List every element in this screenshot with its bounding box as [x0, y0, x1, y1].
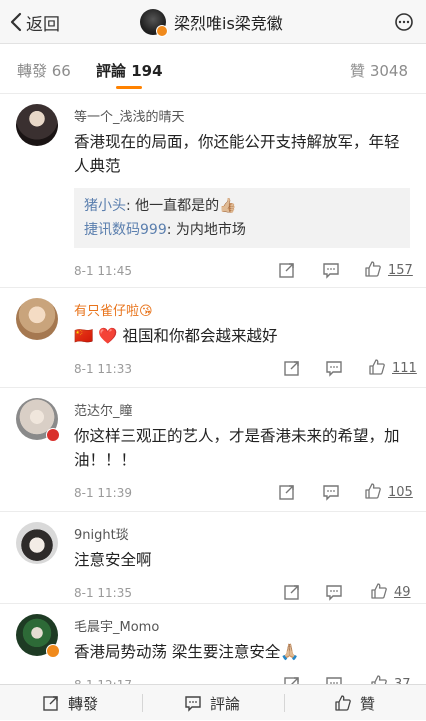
comment-username[interactable]: 毛晨宇_Momo	[74, 616, 159, 635]
reply-comment-button[interactable]	[322, 483, 340, 501]
repost-comment-button[interactable]	[283, 583, 301, 601]
like-count[interactable]: 111	[392, 361, 417, 376]
share-icon	[43, 696, 58, 711]
comment-username[interactable]: 等一个_浅浅的晴天	[74, 106, 185, 125]
comment-time: 8-1 11:35	[74, 586, 132, 600]
like-label: 贊	[360, 694, 376, 713]
reply-line: 猪小头: 他一直都是的👍🏼	[84, 194, 400, 218]
share-icon	[284, 585, 299, 600]
tab-repost[interactable]: 轉發 66	[17, 60, 71, 81]
reply-line: 捷讯数码999: 为内地市场	[84, 218, 400, 242]
comment-item: 毛晨宇_Momo 香港局势动荡 梁生要注意安全🙏🏼 8-1 12:17 37	[0, 604, 426, 694]
comment-item: 有只雀仔啦😘 🇨🇳 ❤️ 祖国和你都会越来越好 8-1 11:33 111	[0, 288, 426, 388]
region-badge-icon	[46, 428, 60, 442]
like-button[interactable]: 贊	[334, 685, 375, 721]
thumbs-up-icon	[335, 695, 351, 711]
comment-text: 🇨🇳 ❤️ 祖国和你都会越来越好	[74, 327, 278, 345]
reply-username[interactable]: 猪小头	[84, 198, 126, 214]
like-count[interactable]: 49	[394, 585, 411, 600]
reply-comment-button[interactable]	[325, 583, 343, 601]
comment-time: 8-1 11:33	[74, 362, 132, 376]
share-icon	[279, 263, 294, 278]
comment-icon	[323, 263, 339, 279]
nav-bar: 返回 梁烈唯is梁竞徽	[0, 0, 426, 44]
thumbs-up-icon	[365, 261, 381, 277]
reply-text: : 为内地市场	[166, 222, 246, 238]
comment-text: 注意安全啊	[74, 551, 152, 569]
reply-comment-button[interactable]	[322, 261, 340, 279]
title-avatar	[140, 9, 168, 37]
chevron-left-icon	[10, 12, 22, 32]
repost-label: 轉發	[68, 694, 99, 713]
repost-comment-button[interactable]	[278, 261, 296, 279]
active-tab-indicator	[116, 86, 142, 89]
like-comment-button[interactable]	[368, 358, 386, 376]
like-count[interactable]: 157	[388, 263, 413, 278]
like-comment-button[interactable]	[364, 260, 382, 278]
verified-badge-icon	[46, 644, 60, 658]
comment-button[interactable]: 評論	[184, 685, 240, 721]
repost-comment-button[interactable]	[278, 483, 296, 501]
comment-icon	[323, 485, 339, 501]
more-button[interactable]	[394, 12, 414, 32]
divider	[284, 694, 285, 712]
page-title-group[interactable]: 梁烈唯is梁竞徽	[140, 6, 283, 38]
comment-time: 8-1 11:45	[74, 264, 132, 278]
comment-username[interactable]: 有只雀仔啦😘	[74, 300, 153, 319]
avatar[interactable]	[16, 298, 58, 340]
share-icon	[279, 485, 294, 500]
verified-badge-icon	[156, 25, 168, 37]
comment-username[interactable]: 范达尔_瞳	[74, 400, 133, 419]
reply-box[interactable]: 猪小头: 他一直都是的👍🏼 捷讯数码999: 为内地市场	[74, 188, 410, 248]
comment-text: 香港局势动荡 梁生要注意安全🙏🏼	[74, 643, 300, 661]
tab-bar: 轉發 66 評論 194 贊 3048	[0, 44, 426, 94]
page-title: 梁烈唯is梁竞徽	[174, 14, 283, 33]
repost-comment-button[interactable]	[283, 359, 301, 377]
more-icon	[395, 13, 413, 31]
comment-label: 評論	[210, 694, 241, 713]
reply-username[interactable]: 捷讯数码999	[84, 222, 167, 238]
thumbs-up-icon	[369, 359, 385, 375]
comment-time: 8-1 11:39	[74, 486, 132, 500]
comment-text: 你这样三观正的艺人，才是香港未来的希望，加油！！！	[74, 427, 400, 469]
like-comment-button[interactable]	[370, 582, 388, 600]
comment-text: 香港现在的局面，你还能公开支持解放军，年轻人典范	[74, 133, 400, 175]
comment-username[interactable]: 9night琰	[74, 524, 129, 543]
share-icon	[284, 361, 299, 376]
back-label: 返回	[26, 14, 60, 35]
comment-icon	[326, 361, 342, 377]
reply-text: : 他一直都是的👍🏼	[126, 198, 237, 214]
repost-button[interactable]: 轉發	[42, 685, 98, 721]
reply-comment-button[interactable]	[325, 359, 343, 377]
thumbs-up-icon	[371, 583, 387, 599]
divider	[142, 694, 143, 712]
back-button[interactable]: 返回	[10, 8, 60, 36]
comment-item: 等一个_浅浅的晴天 香港现在的局面，你还能公开支持解放军，年轻人典范 猪小头: …	[0, 94, 426, 288]
bottom-action-bar: 轉發 評論 贊	[0, 684, 426, 720]
comment-icon	[326, 585, 342, 601]
avatar[interactable]	[16, 104, 58, 146]
like-count[interactable]: 105	[388, 485, 413, 500]
tab-comment[interactable]: 評論 194	[96, 60, 163, 81]
comment-item: 范达尔_瞳 你这样三观正的艺人，才是香港未来的希望，加油！！！ 8-1 11:3…	[0, 388, 426, 512]
thumbs-up-icon	[365, 483, 381, 499]
comment-item: 9night琰 注意安全啊 8-1 11:35 49	[0, 512, 426, 604]
like-comment-button[interactable]	[364, 482, 382, 500]
avatar[interactable]	[16, 522, 58, 564]
tab-like[interactable]: 贊 3048	[350, 60, 408, 81]
comment-icon	[185, 696, 201, 712]
